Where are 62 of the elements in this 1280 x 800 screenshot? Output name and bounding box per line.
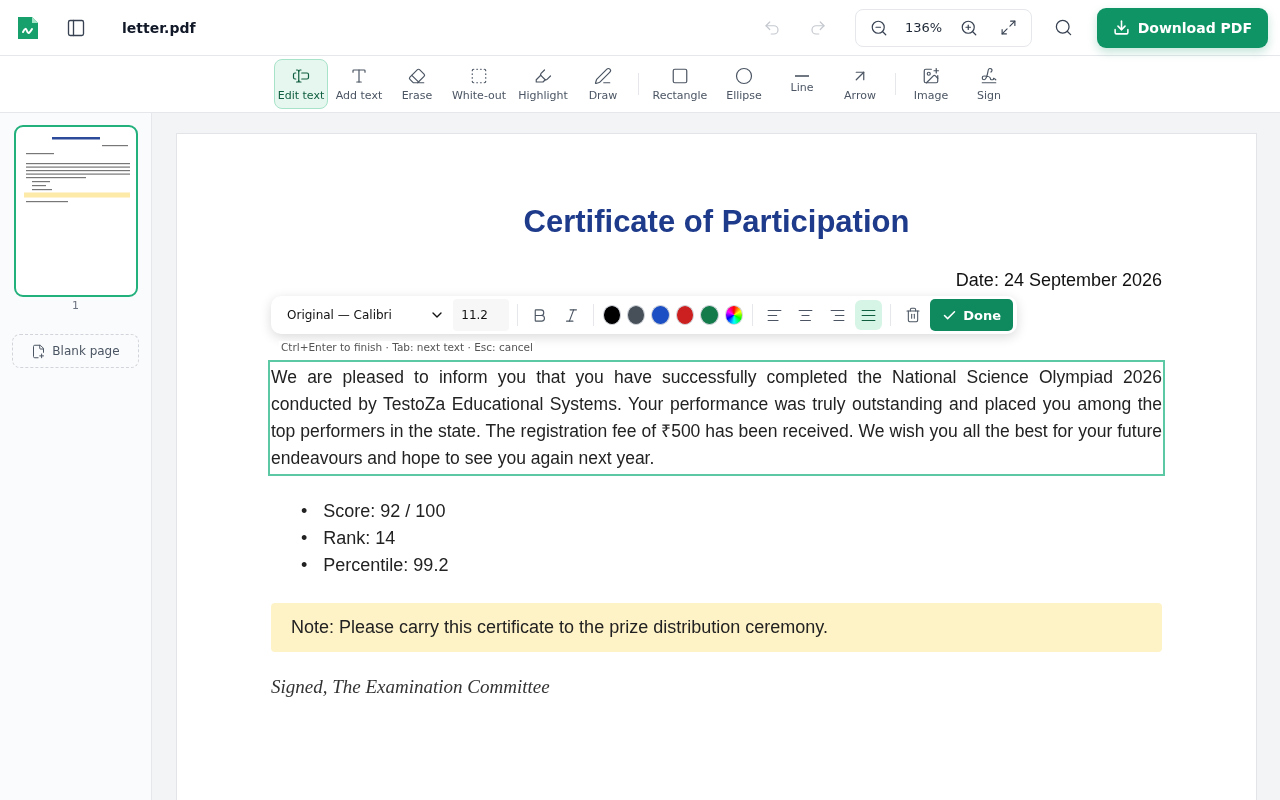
panel-icon xyxy=(66,17,86,38)
line-icon xyxy=(795,74,809,77)
bullet-mark: • xyxy=(301,500,308,523)
document-title: Certificate of Participation xyxy=(522,204,911,240)
page-number: 1 xyxy=(72,299,79,312)
letter-t-icon xyxy=(350,66,368,85)
app-logo xyxy=(16,14,40,41)
trash-icon xyxy=(904,307,921,323)
color-swatch[interactable] xyxy=(602,305,622,325)
page-thumbnail[interactable] xyxy=(13,125,138,297)
bullet-mark: • xyxy=(301,527,308,550)
align-justify-button[interactable] xyxy=(854,300,883,330)
tool-button[interactable]: Line xyxy=(775,59,829,109)
zoom-in-icon xyxy=(959,18,978,37)
color-swatch[interactable] xyxy=(627,305,646,325)
list-item: Rank: 14 xyxy=(323,527,396,550)
blank-page-button[interactable]: Blank page xyxy=(12,334,139,368)
file-plus-icon xyxy=(31,343,47,359)
signature-icon xyxy=(980,66,998,85)
tool-button[interactable]: Draw xyxy=(576,59,630,109)
tool-button[interactable]: Arrow xyxy=(833,59,887,109)
expand-icon xyxy=(999,19,1017,36)
tool-button[interactable]: Highlight xyxy=(514,59,572,109)
dashed-square-icon xyxy=(470,66,488,85)
file-name: letter.pdf xyxy=(122,19,196,36)
zoom-out-icon xyxy=(869,18,888,37)
square-icon xyxy=(671,66,689,85)
tool-button[interactable]: Add text xyxy=(332,59,386,109)
download-icon xyxy=(1112,19,1130,36)
done-button[interactable]: Done xyxy=(930,299,1014,331)
search-icon xyxy=(1053,18,1073,37)
list-item: Percentile: 99.2 xyxy=(323,554,449,577)
zoom-level: 136% xyxy=(904,20,944,35)
tool-button[interactable]: Erase xyxy=(390,59,444,109)
color-swatch[interactable] xyxy=(675,305,695,325)
tool-button[interactable]: Image xyxy=(904,59,958,109)
bullet-mark: • xyxy=(301,554,308,577)
download-button[interactable]: Download PDF xyxy=(1096,7,1268,48)
eraser-icon xyxy=(408,66,426,85)
redo-icon xyxy=(808,18,827,37)
tool-button[interactable]: Rectangle xyxy=(647,59,713,109)
date-text: Date: 24 September 2026 xyxy=(955,270,1162,290)
color-swatch[interactable] xyxy=(651,305,670,325)
pen-icon xyxy=(594,66,612,85)
undo-icon xyxy=(762,18,781,37)
tool-button[interactable]: Ellipse xyxy=(717,59,771,109)
font-select[interactable]: Original — Calibri xyxy=(277,299,450,331)
text-cursor-icon xyxy=(292,66,310,85)
color-swatch[interactable] xyxy=(700,305,719,325)
list-item: Score: 92 / 100 xyxy=(323,500,446,523)
circle-icon xyxy=(735,66,753,85)
image-plus-icon xyxy=(922,66,940,85)
tool-button[interactable]: Edit text xyxy=(274,59,328,109)
editable-paragraph[interactable]: We are pleased to inform you that you have successfully completed the National Science Olympiad 2026 conducted by TestoZa Educational Systems. Your performance was truly outstanding and placed you among the top performers in the state. The registration fee of ₹500 has been received. We wish you all the best for your future endeavours and hope to see you again next year. xyxy=(268,360,1165,476)
color-picker-button[interactable] xyxy=(724,305,743,325)
note-text: Note: Please carry this certificate to the prize distribution ceremony. xyxy=(271,603,1162,652)
tool-button[interactable]: White-out xyxy=(448,59,510,109)
signature-text: Signed, The Examination Committee xyxy=(271,676,551,698)
font-size-field[interactable]: 11.2 xyxy=(453,299,510,331)
tool-button[interactable]: Sign xyxy=(962,59,1016,109)
highlighter-icon xyxy=(534,66,552,85)
keyboard-hint: Ctrl+Enter to finish · Tab: next text · Esc: cancel xyxy=(279,341,535,353)
